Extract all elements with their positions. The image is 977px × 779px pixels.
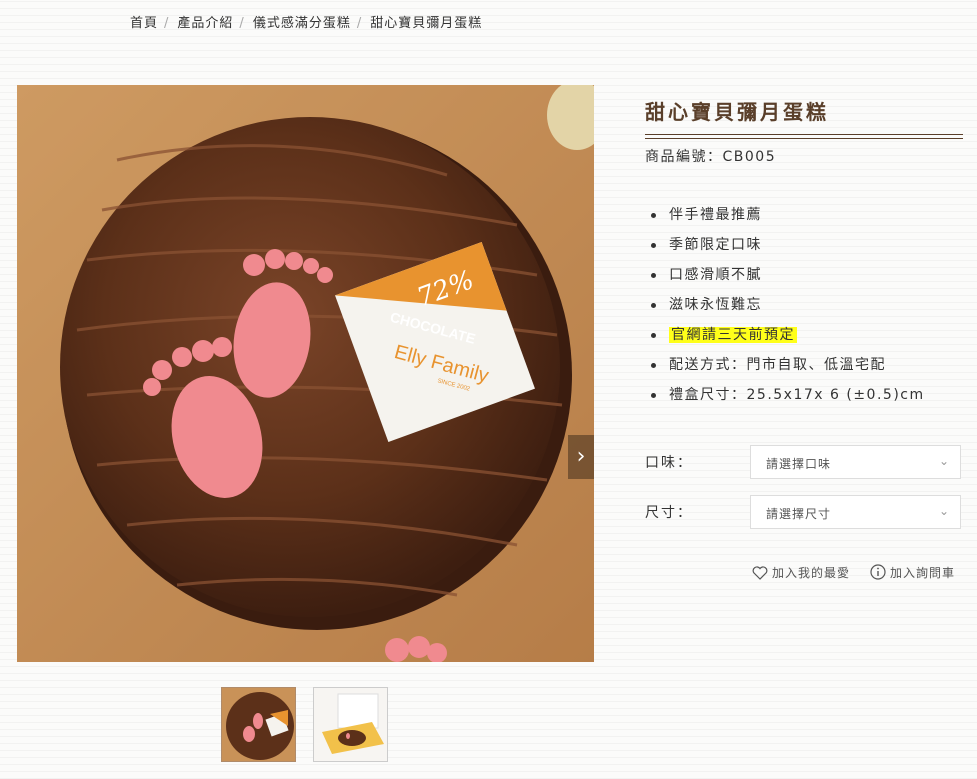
add-inquiry-label: 加入詢問車 [890, 566, 956, 580]
info-icon [870, 564, 886, 580]
product-code-value: CB005 [722, 149, 777, 165]
flavor-select-value: 請選擇口味 [766, 457, 832, 471]
list-item: 禮盒尺寸：25.5x17x 6 (±0.5)cm [651, 383, 925, 413]
heart-icon [752, 566, 768, 580]
breadcrumb-current: 甜心寶貝彌月蛋糕 [370, 16, 483, 31]
add-inquiry-button[interactable]: 加入詢問車 [870, 564, 955, 581]
list-item-highlight: 官網請三天前預定 [651, 323, 925, 353]
flavor-label: 口味： [645, 455, 693, 471]
highlight-text: 官網請三天前預定 [669, 327, 797, 343]
breadcrumb-products[interactable]: 產品介紹 [177, 16, 233, 31]
breadcrumb-home[interactable]: 首頁 [130, 16, 158, 31]
breadcrumb-category[interactable]: 儀式感滿分蛋糕 [253, 16, 351, 31]
chevron-right-icon[interactable]: › [568, 435, 594, 479]
product-main-image: 72% CHOCOLATE Elly Family SINCE 2002 › [17, 85, 594, 662]
flavor-select[interactable]: 請選擇口味 ⌄ [750, 445, 961, 479]
chevron-down-icon: ⌄ [938, 454, 950, 468]
list-item: 季節限定口味 [651, 233, 925, 263]
feature-list: 伴手禮最推薦 季節限定口味 口感滑順不膩 滋味永恆難忘 官網請三天前預定 配送方… [651, 203, 925, 413]
cake-photo: 72% CHOCOLATE Elly Family SINCE 2002 [17, 85, 594, 662]
list-item: 配送方式：門市自取、低溫宅配 [651, 353, 925, 383]
add-favorite-button[interactable]: 加入我的最愛 [752, 564, 850, 581]
list-item: 口感滑順不膩 [651, 263, 925, 293]
size-select[interactable]: 請選擇尺寸 ⌄ [750, 495, 961, 529]
product-code: 商品編號：CB005 [645, 146, 776, 166]
breadcrumb-separator: / [239, 16, 245, 31]
product-title: 甜心寶貝彌月蛋糕 [645, 100, 829, 124]
thumbnail-giftbox-image [314, 688, 387, 761]
breadcrumb: 首頁 / 產品介紹 / 儀式感滿分蛋糕 / 甜心寶貝彌月蛋糕 [130, 12, 482, 31]
add-favorite-label: 加入我的最愛 [772, 566, 851, 580]
breadcrumb-separator: / [356, 16, 363, 31]
title-divider [645, 134, 963, 139]
chevron-down-icon: ⌄ [938, 504, 950, 518]
list-item: 滋味永恆難忘 [651, 293, 925, 323]
size-select-value: 請選擇尺寸 [766, 507, 832, 521]
thumbnail-giftbox[interactable] [313, 687, 388, 762]
size-label: 尺寸： [645, 505, 693, 521]
thumbnail-cake-image [222, 688, 295, 761]
product-code-label: 商品編號： [645, 149, 723, 165]
breadcrumb-separator: / [164, 16, 170, 31]
list-item: 伴手禮最推薦 [651, 203, 925, 233]
thumbnail-cake[interactable] [221, 687, 296, 762]
